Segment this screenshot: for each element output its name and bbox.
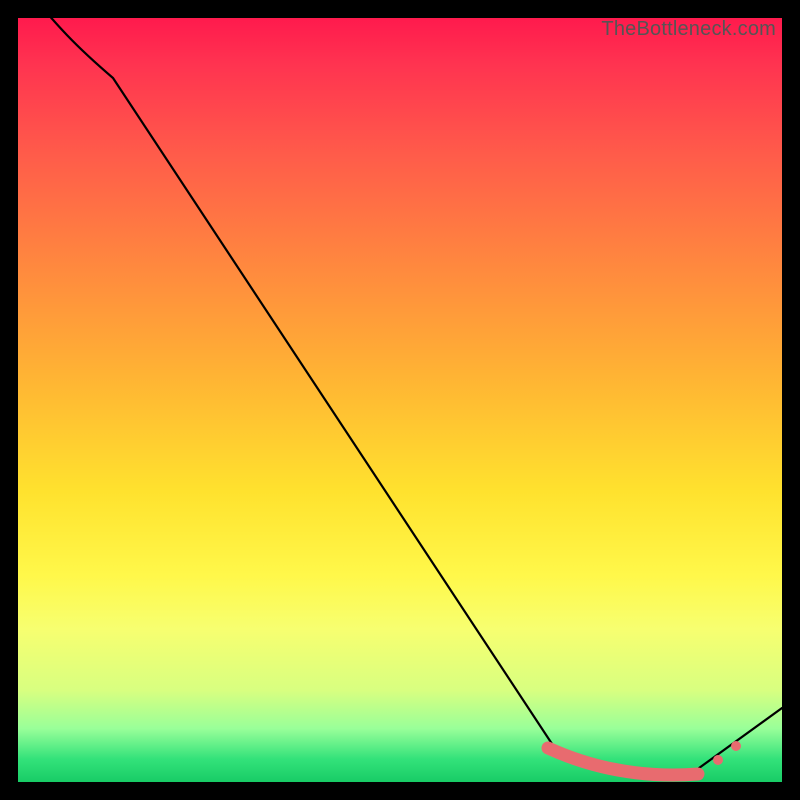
valley-highlight-band <box>548 748 698 775</box>
chart-plot-area: TheBottleneck.com <box>18 18 782 782</box>
bottleneck-curve-path <box>18 18 782 776</box>
bottleneck-curve-svg <box>18 18 782 782</box>
marker-dots <box>713 741 741 765</box>
